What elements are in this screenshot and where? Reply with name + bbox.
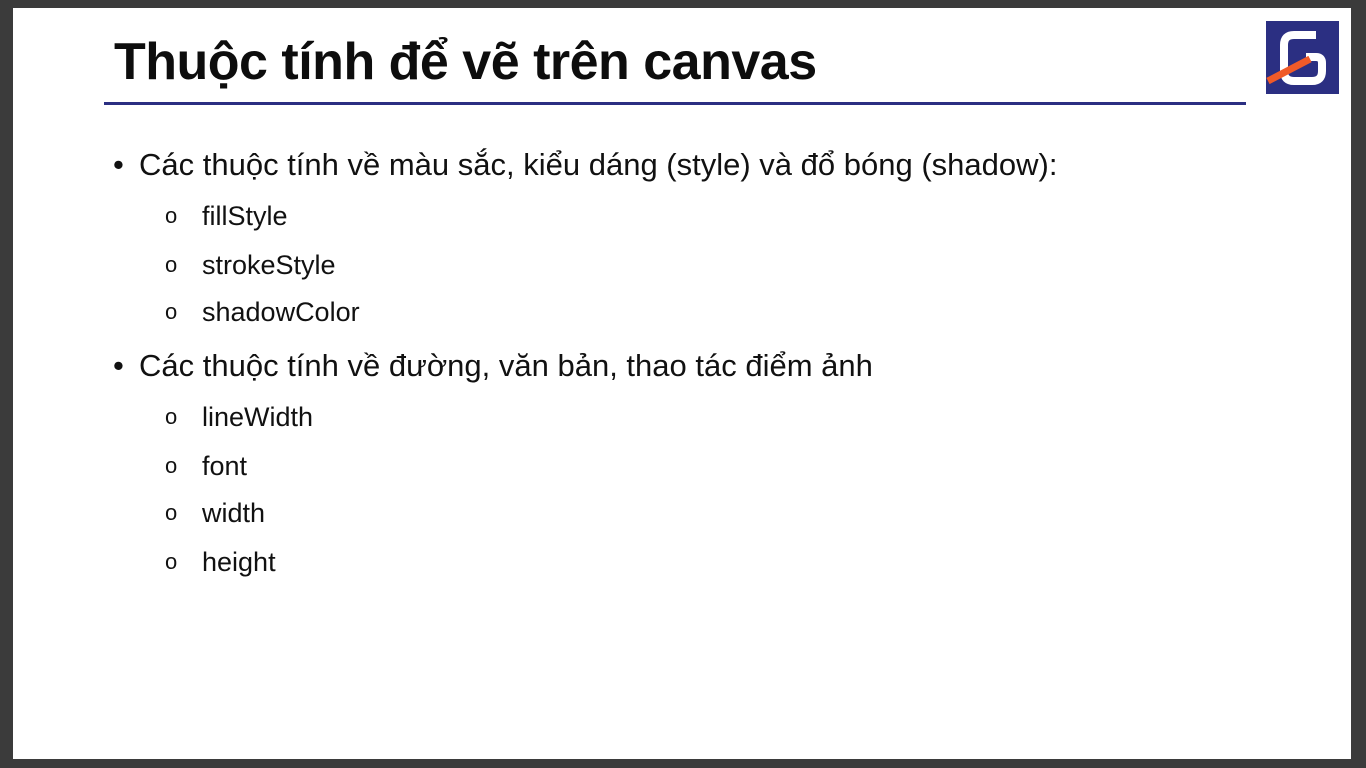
- bullet-text: Các thuộc tính về màu sắc, kiểu dáng (st…: [139, 147, 1058, 182]
- sub-bullet-text: font: [202, 451, 248, 481]
- sub-bullet-marker: o: [165, 252, 178, 277]
- sub-bullet-text: shadowColor: [202, 297, 360, 327]
- bullet-marker: •: [113, 348, 124, 383]
- sub-bullet-text: width: [202, 498, 266, 528]
- bullet-item: • Các thuộc tính về màu sắc, kiểu dáng (s…: [113, 147, 1057, 183]
- sub-bullet-marker: o: [165, 500, 178, 525]
- sub-bullet-text: height: [202, 547, 276, 577]
- sub-bullet-marker: o: [165, 299, 178, 324]
- sub-bullet-marker: o: [165, 549, 178, 574]
- bullet-item: • Các thuộc tính về đường, văn bản, thao …: [113, 348, 873, 384]
- sub-bullet-item: o height: [165, 547, 276, 578]
- sub-bullet-item: o font: [165, 451, 247, 482]
- sub-bullet-text: strokeStyle: [202, 250, 336, 280]
- slide: Thuộc tính để vẽ trên canvas • Các thuộc …: [13, 8, 1351, 759]
- sub-bullet-item: o width: [165, 498, 265, 529]
- bullet-marker: •: [113, 147, 124, 182]
- sub-bullet-item: o shadowColor: [165, 297, 360, 328]
- sub-bullet-text: lineWidth: [202, 402, 314, 432]
- slide-content: • Các thuộc tính về màu sắc, kiểu dáng (s…: [13, 8, 1351, 759]
- bullet-text: Các thuộc tính về đường, văn bản, thao t…: [139, 348, 873, 383]
- presentation-viewer: Thuộc tính để vẽ trên canvas • Các thuộc …: [0, 0, 1366, 768]
- sub-bullet-text: fillStyle: [202, 201, 288, 231]
- sub-bullet-marker: o: [165, 203, 178, 228]
- sub-bullet-item: o strokeStyle: [165, 250, 336, 281]
- sub-bullet-marker: o: [165, 404, 178, 429]
- sub-bullet-item: o lineWidth: [165, 402, 313, 433]
- sub-bullet-marker: o: [165, 453, 178, 478]
- sub-bullet-item: o fillStyle: [165, 201, 288, 232]
